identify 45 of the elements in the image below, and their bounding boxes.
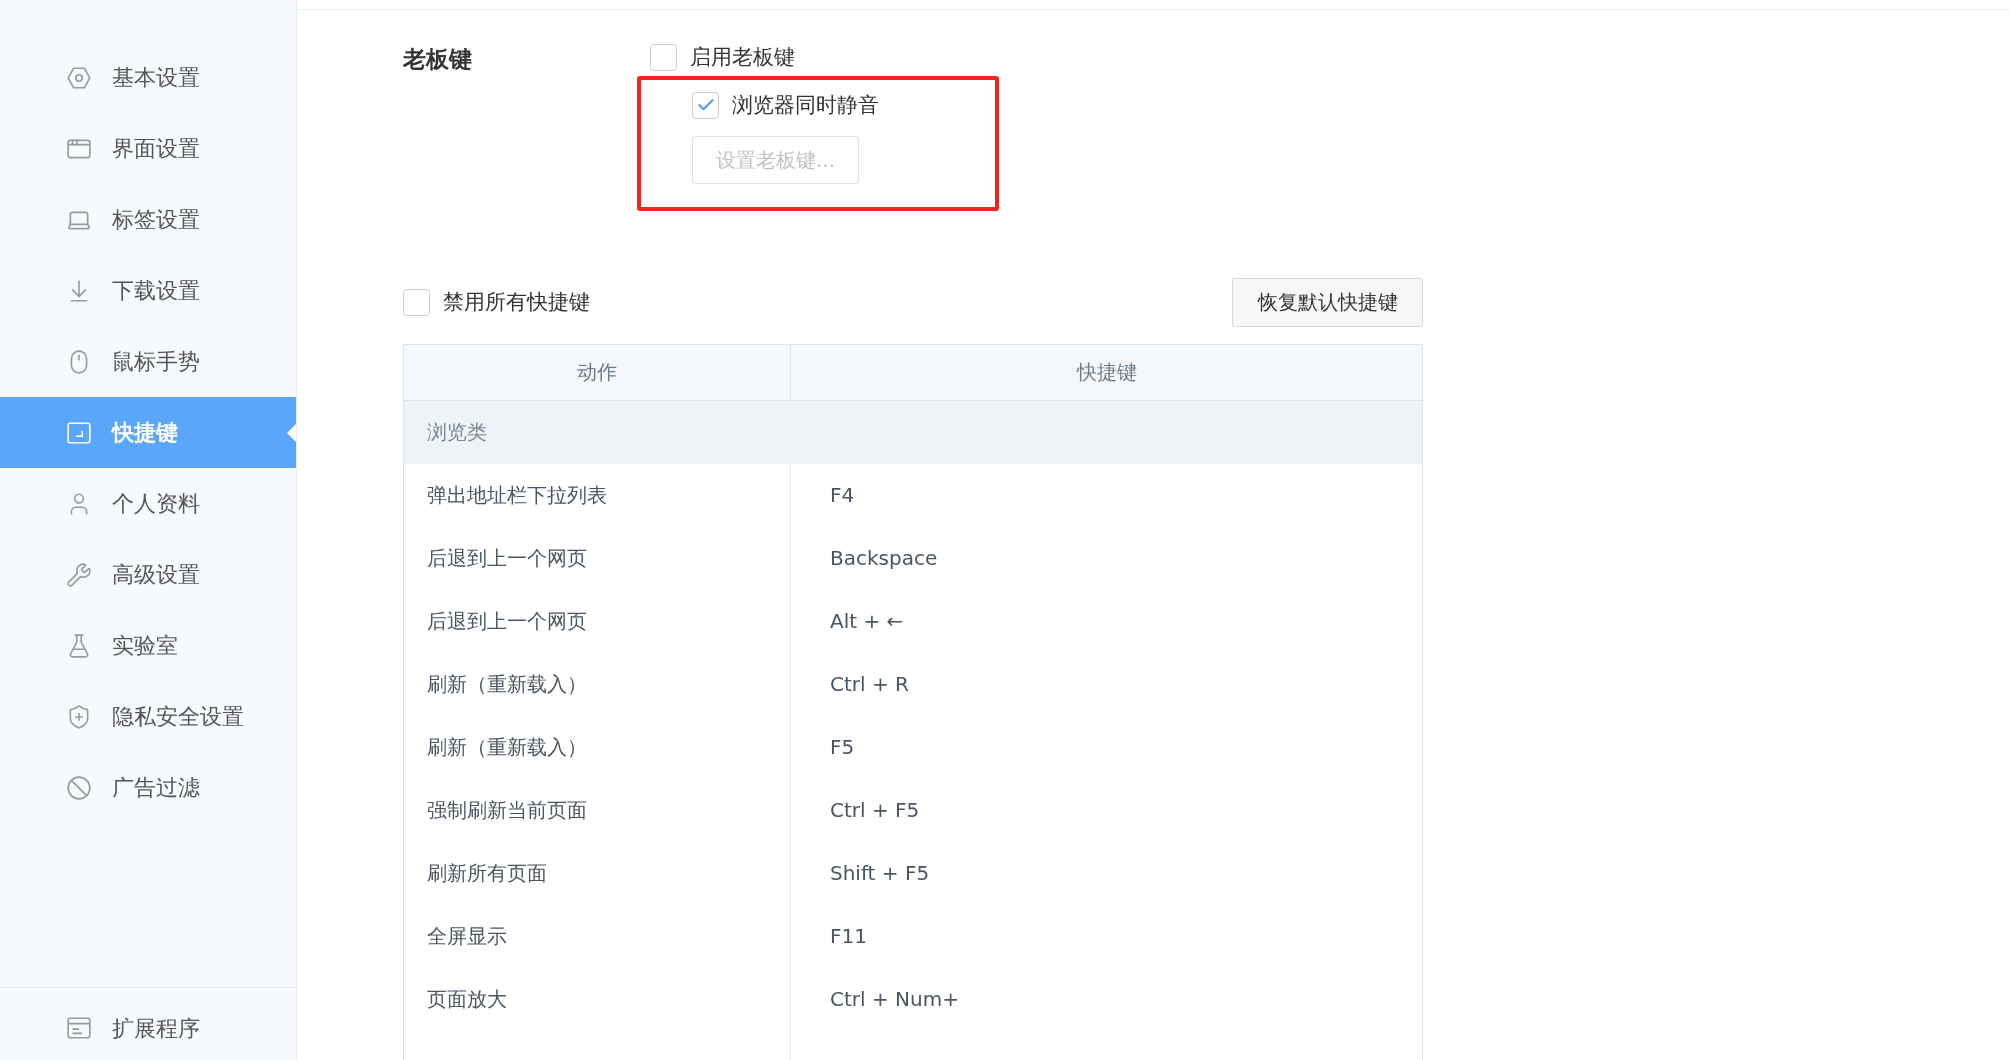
checkbox-label: 浏览器同时静音 xyxy=(732,91,879,119)
action-cell-text: 刷新（重新载入） xyxy=(426,734,588,761)
sidebar-item[interactable]: 隐私安全设置 xyxy=(0,681,296,752)
sidebar-item[interactable]: 鼠标手势 xyxy=(0,326,296,397)
sidebar-item[interactable]: 高级设置 xyxy=(0,539,296,610)
shortcut-cell-text: Shift + F5 xyxy=(829,860,931,887)
shortcut-cell-text: F5 xyxy=(829,734,856,761)
checkbox[interactable] xyxy=(650,44,677,72)
shortcut-cell-text: Backspace xyxy=(829,545,939,572)
group-label: 浏览类 xyxy=(427,419,487,446)
keyboard-icon xyxy=(66,419,92,446)
action-cell-text: 后退到上一个网页 xyxy=(426,545,588,572)
sidebar-item[interactable]: 扩展程序 xyxy=(0,998,296,1058)
action-cell-text: 后退到上一个网页 xyxy=(426,608,588,635)
column-header: 动作 xyxy=(404,344,791,400)
action-cell-text: 强制刷新当前页面 xyxy=(426,797,588,824)
checkbox[interactable] xyxy=(692,91,719,119)
action-cell-text: 全屏显示 xyxy=(426,923,508,950)
checkbox[interactable] xyxy=(403,289,430,317)
restore-defaults-button[interactable]: 恢复默认快捷键 xyxy=(1232,277,1423,327)
checkbox-label: 启用老板键 xyxy=(690,44,795,71)
action-cell-text: 刷新（重新载入） xyxy=(426,671,588,698)
sidebar-item[interactable]: 标签设置 xyxy=(0,184,296,255)
ban-icon xyxy=(66,774,92,801)
sidebar-item[interactable]: 界面设置 xyxy=(0,113,296,184)
action-cell-text: 页面放大 xyxy=(426,986,508,1013)
sidebar-item[interactable]: 基本设置 xyxy=(0,42,296,113)
shortcut-cell-text: Ctrl + Num+ xyxy=(829,986,960,1013)
checkbox-label: 禁用所有快捷键 xyxy=(443,289,590,316)
section-title: 老板键 xyxy=(403,45,473,74)
shortcut-cell-text: Alt + ← xyxy=(829,608,905,635)
sidebar-item[interactable]: 实验室 xyxy=(0,610,296,681)
action-cell-text: 弹出地址栏下拉列表 xyxy=(426,482,608,509)
sidebar-item[interactable]: 下载设置 xyxy=(0,255,296,326)
sidebar-item[interactable]: 广告过滤 xyxy=(0,752,296,823)
extension-icon xyxy=(66,1015,92,1041)
wrench-icon xyxy=(66,561,92,588)
shortcut-cell-text: Ctrl + F5 xyxy=(829,797,921,824)
action-cell-text: 刷新所有页面 xyxy=(426,860,548,887)
settings-icon xyxy=(66,64,92,91)
shortcut-cell-text: F4 xyxy=(829,482,856,509)
shortcut-cell-text: F11 xyxy=(829,923,868,950)
shortcut-cell-text: Ctrl + R xyxy=(829,671,910,698)
column-header: 快捷键 xyxy=(1075,359,1138,386)
sidebar-item[interactable]: 个人资料 xyxy=(0,468,296,539)
